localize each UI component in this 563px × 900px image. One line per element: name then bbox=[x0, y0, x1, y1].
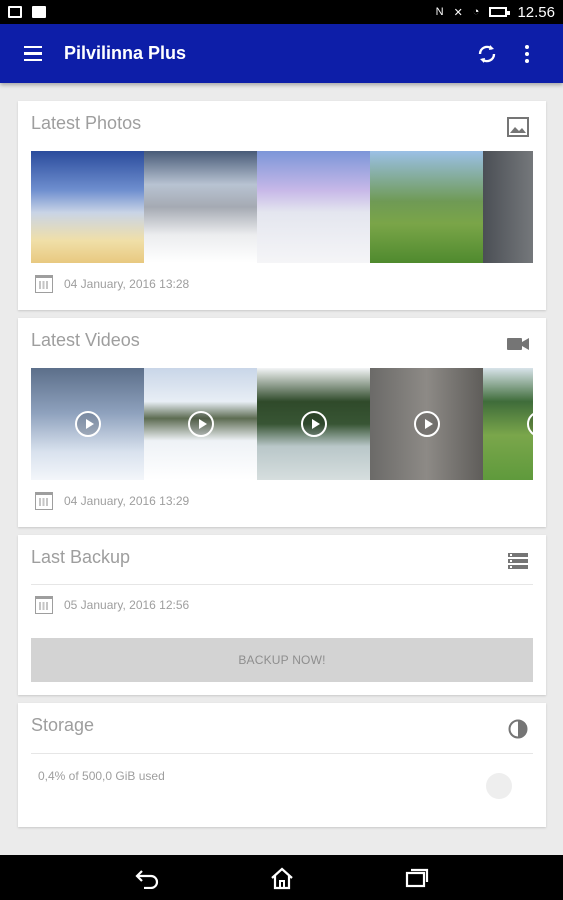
video-thumbnail[interactable] bbox=[483, 368, 533, 480]
storage-usage-indicator bbox=[486, 773, 512, 799]
home-icon[interactable] bbox=[262, 858, 302, 898]
storage-title: Storage bbox=[31, 715, 95, 735]
photo-thumbnail[interactable] bbox=[257, 151, 370, 263]
play-icon bbox=[413, 411, 440, 437]
more-vert-icon bbox=[525, 44, 529, 63]
play-icon bbox=[74, 411, 101, 437]
back-icon[interactable] bbox=[127, 858, 167, 898]
latest-videos-card: Latest Videos 04 January, 2016 13:29 bbox=[18, 318, 546, 527]
status-time: 12.56 bbox=[517, 3, 555, 21]
storage-divider bbox=[31, 753, 533, 754]
backup-divider bbox=[31, 584, 533, 585]
storage-card: Storage 0,4% of 500,0 GiB used bbox=[18, 703, 546, 827]
latest-photos-title: Latest Photos bbox=[31, 113, 142, 133]
status-notifications bbox=[8, 6, 46, 18]
video-thumbnail[interactable] bbox=[370, 368, 483, 480]
app-title: Pilvilinna Plus bbox=[64, 43, 187, 63]
latest-photos-card: Latest Photos 04 January, 2016 13:28 bbox=[18, 101, 546, 310]
video-thumbnail[interactable] bbox=[31, 368, 144, 480]
play-icon bbox=[526, 411, 533, 437]
pie-chart-icon[interactable] bbox=[506, 717, 530, 741]
backup-date-row: 05 January, 2016 12:56 bbox=[35, 596, 189, 614]
menu-icon[interactable] bbox=[16, 36, 52, 72]
app-bar: Pilvilinna Plus bbox=[0, 24, 563, 83]
battery-icon bbox=[489, 7, 511, 17]
backup-date: 05 January, 2016 12:56 bbox=[64, 598, 190, 612]
photos-date-row: 04 January, 2016 13:28 bbox=[35, 275, 189, 293]
navigation-bar bbox=[0, 855, 563, 900]
photo-thumbnail[interactable] bbox=[31, 151, 144, 263]
nfc-icon: N bbox=[435, 6, 444, 18]
recents-icon[interactable] bbox=[397, 858, 437, 898]
storage-usage: 0,4% of 500,0 GiB used bbox=[38, 769, 165, 783]
videos-date-row: 04 January, 2016 13:29 bbox=[35, 492, 189, 510]
calendar-icon bbox=[35, 275, 53, 293]
backup-now-button[interactable]: BACKUP NOW! bbox=[31, 638, 533, 682]
videocam-icon[interactable] bbox=[506, 332, 530, 356]
photo-thumbnail[interactable] bbox=[370, 151, 483, 263]
wifi-icon: ◔ bbox=[472, 6, 480, 18]
overflow-menu-button[interactable] bbox=[507, 34, 547, 74]
calendar-icon bbox=[35, 492, 53, 510]
video-thumbnail[interactable] bbox=[144, 368, 257, 480]
signal-off-icon: ✕ bbox=[453, 6, 463, 19]
videos-date: 04 January, 2016 13:29 bbox=[64, 494, 190, 508]
play-icon bbox=[300, 411, 327, 437]
play-icon bbox=[187, 411, 214, 437]
calendar-icon bbox=[35, 596, 53, 614]
status-bar: N ✕ ◔ 12.56 bbox=[0, 0, 563, 24]
barcode-notification-icon bbox=[32, 6, 46, 18]
video-thumbnail[interactable] bbox=[257, 368, 370, 480]
photo-thumbnail[interactable] bbox=[483, 151, 533, 263]
last-backup-title: Last Backup bbox=[31, 547, 131, 567]
latest-videos-title: Latest Videos bbox=[31, 330, 140, 350]
refresh-button[interactable] bbox=[467, 34, 507, 74]
photo-thumbnail[interactable] bbox=[144, 151, 257, 263]
photos-date: 04 January, 2016 13:28 bbox=[64, 277, 190, 291]
video-thumbnails bbox=[31, 368, 533, 480]
gallery-notification-icon bbox=[8, 6, 22, 18]
refresh-icon bbox=[478, 44, 496, 63]
image-icon[interactable] bbox=[506, 115, 530, 139]
list-icon[interactable] bbox=[506, 549, 530, 573]
status-indicators: N ✕ ◔ 12.56 bbox=[436, 4, 555, 21]
photo-thumbnails bbox=[31, 151, 533, 263]
last-backup-card: Last Backup 05 January, 2016 12:56 BACKU… bbox=[18, 535, 546, 695]
